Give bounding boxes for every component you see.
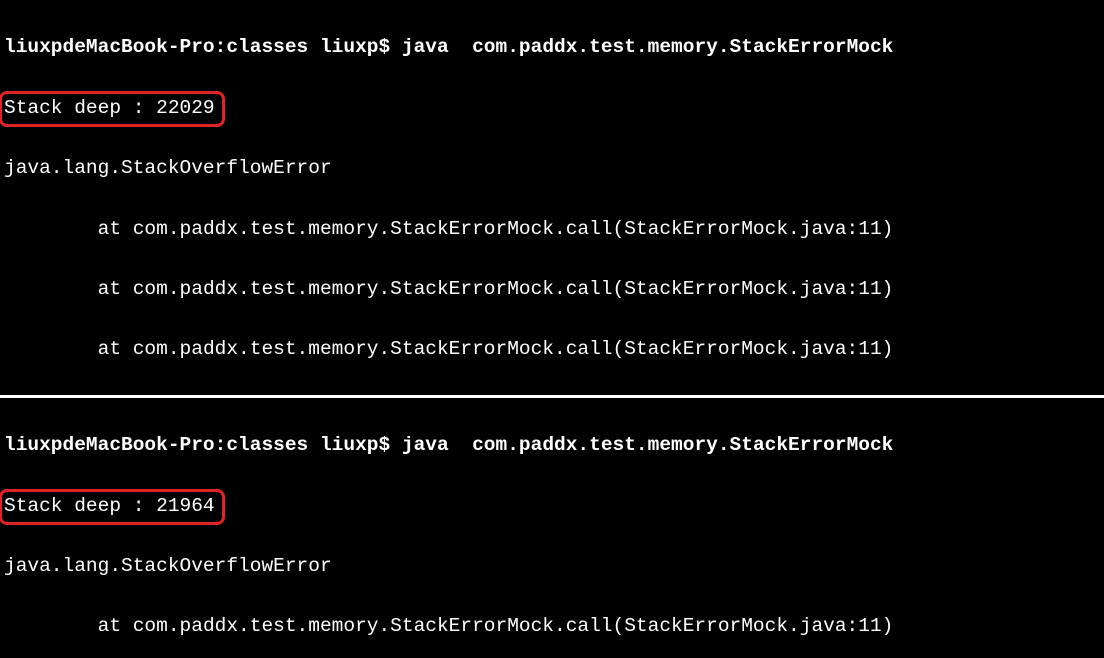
stack-deep-label: Stack deep : — [4, 495, 156, 517]
terminal-block-1: liuxpdeMacBook-Pro:classes liuxp$ java c… — [0, 0, 1104, 398]
stack-trace-line: at com.paddx.test.memory.StackErrorMock.… — [4, 334, 1100, 364]
stack-deep-highlight: Stack deep : 21964 — [4, 491, 215, 521]
stack-deep-line: Stack deep : 22029 — [4, 93, 1100, 123]
prompt-host: liuxpdeMacBook-Pro — [4, 434, 215, 456]
prompt-line[interactable]: liuxpdeMacBook-Pro:classes liuxp$ java c… — [4, 430, 1100, 460]
command-text: java com.paddx.test.memory.StackErrorMoc… — [402, 434, 893, 456]
prompt-dir: classes — [226, 36, 308, 58]
stack-trace-line: at com.paddx.test.memory.StackErrorMock.… — [4, 611, 1100, 641]
error-line: java.lang.StackOverflowError — [4, 551, 1100, 581]
error-line: java.lang.StackOverflowError — [4, 153, 1100, 183]
stack-deep-value: 21964 — [156, 495, 215, 517]
prompt-dir: classes — [226, 434, 308, 456]
stack-deep-label: Stack deep : — [4, 97, 156, 119]
stack-deep-highlight: Stack deep : 22029 — [4, 93, 215, 123]
prompt-user: liuxp$ — [320, 434, 390, 456]
stack-trace-line: at com.paddx.test.memory.StackErrorMock.… — [4, 274, 1100, 304]
prompt-user: liuxp$ — [320, 36, 390, 58]
stack-deep-value: 22029 — [156, 97, 215, 119]
command-text: java com.paddx.test.memory.StackErrorMoc… — [402, 36, 893, 58]
terminal-block-2: liuxpdeMacBook-Pro:classes liuxp$ java c… — [0, 398, 1104, 658]
prompt-host: liuxpdeMacBook-Pro — [4, 36, 215, 58]
prompt-line[interactable]: liuxpdeMacBook-Pro:classes liuxp$ java c… — [4, 32, 1100, 62]
stack-deep-line: Stack deep : 21964 — [4, 491, 1100, 521]
stack-trace-line: at com.paddx.test.memory.StackErrorMock.… — [4, 214, 1100, 244]
